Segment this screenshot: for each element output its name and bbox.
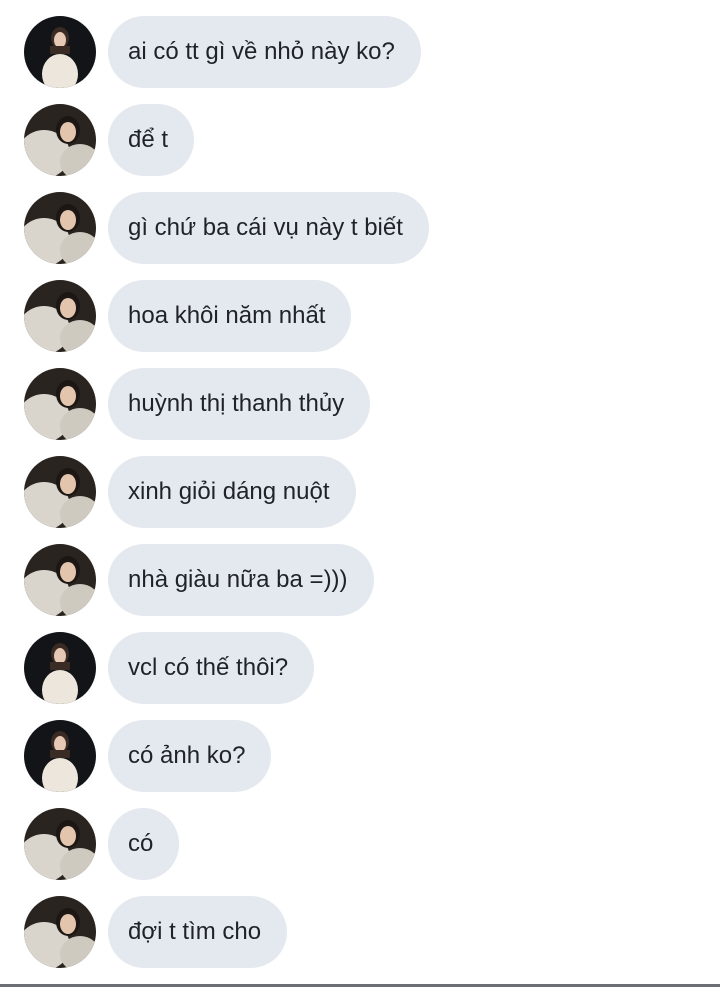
message-bubble: để t bbox=[108, 104, 195, 176]
avatar[interactable] bbox=[24, 808, 96, 880]
message-row: hoa khôi năm nhất bbox=[0, 280, 720, 352]
avatar[interactable] bbox=[24, 896, 96, 968]
message-row: để t bbox=[0, 104, 720, 176]
avatar-fur-coat-icon bbox=[24, 368, 96, 440]
avatar-dark-coat-icon bbox=[24, 16, 96, 88]
avatar-fur-coat-icon bbox=[24, 104, 96, 176]
message-list: ai có tt gì về nhỏ này ko? để t gì chứ b bbox=[0, 16, 720, 984]
avatar-fur-coat-icon bbox=[24, 896, 96, 968]
message-bubble: ai có tt gì về nhỏ này ko? bbox=[108, 16, 421, 88]
message-bubble: nhà giàu nữa ba =))) bbox=[108, 544, 374, 616]
message-row: huỳnh thị thanh thủy bbox=[0, 368, 720, 440]
message-bubble: có bbox=[108, 808, 180, 880]
message-row: có ảnh ko? bbox=[0, 720, 720, 792]
message-bubble: gì chứ ba cái vụ này t biết bbox=[108, 192, 429, 264]
avatar[interactable] bbox=[24, 280, 96, 352]
avatar[interactable] bbox=[24, 368, 96, 440]
avatar-dark-coat-icon bbox=[24, 632, 96, 704]
message-row: vcl có thế thôi? bbox=[0, 632, 720, 704]
message-bubble: xinh giỏi dáng nuột bbox=[108, 456, 356, 528]
message-bubble: có ảnh ko? bbox=[108, 720, 272, 792]
message-row: gì chứ ba cái vụ này t biết bbox=[0, 192, 720, 264]
message-row: xinh giỏi dáng nuột bbox=[0, 456, 720, 528]
message-bubble: hoa khôi năm nhất bbox=[108, 280, 352, 352]
avatar-fur-coat-icon bbox=[24, 808, 96, 880]
avatar[interactable] bbox=[24, 104, 96, 176]
message-row: có bbox=[0, 808, 720, 880]
message-bubble: vcl có thế thôi? bbox=[108, 632, 315, 704]
message-row: nhà giàu nữa ba =))) bbox=[0, 544, 720, 616]
message-row: ai có tt gì về nhỏ này ko? bbox=[0, 16, 720, 88]
avatar-fur-coat-icon bbox=[24, 280, 96, 352]
avatar[interactable] bbox=[24, 192, 96, 264]
avatar[interactable] bbox=[24, 720, 96, 792]
avatar[interactable] bbox=[24, 632, 96, 704]
message-bubble: đợi t tìm cho bbox=[108, 896, 288, 968]
avatar-dark-coat-icon bbox=[24, 720, 96, 792]
avatar[interactable] bbox=[24, 16, 96, 88]
avatar[interactable] bbox=[24, 456, 96, 528]
message-bubble: huỳnh thị thanh thủy bbox=[108, 368, 371, 440]
message-row: đợi t tìm cho bbox=[0, 896, 720, 968]
avatar-fur-coat-icon bbox=[24, 544, 96, 616]
avatar-fur-coat-icon bbox=[24, 456, 96, 528]
avatar[interactable] bbox=[24, 544, 96, 616]
avatar-fur-coat-icon bbox=[24, 192, 96, 264]
